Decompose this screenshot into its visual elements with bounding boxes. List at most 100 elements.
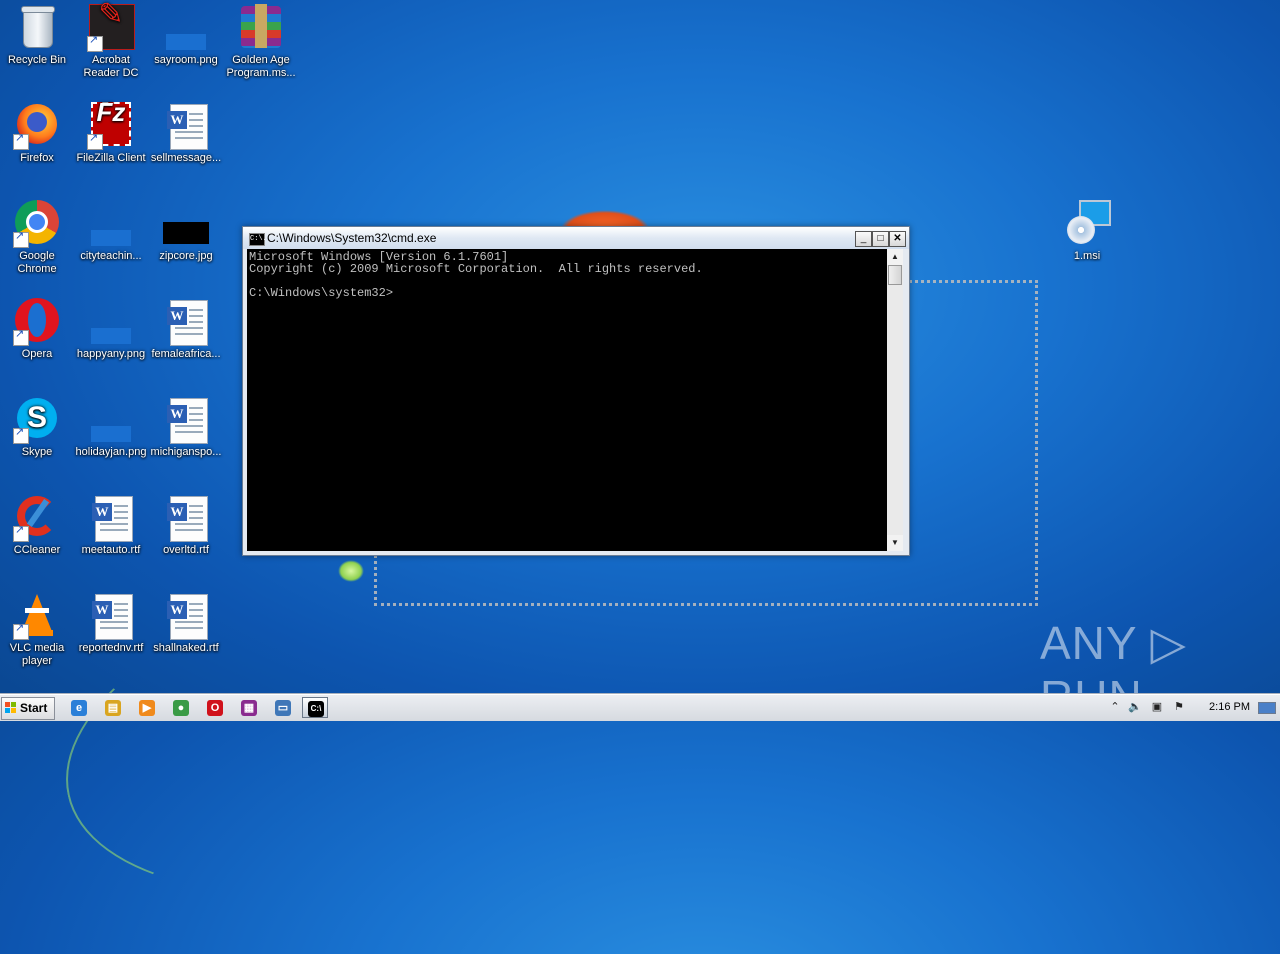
- desktop-icon[interactable]: holidayjan.png: [74, 396, 148, 459]
- desktop-icon[interactable]: Fz FileZilla Client: [74, 99, 148, 165]
- shortcut-arrow-icon: [13, 230, 29, 248]
- desktop-icon-label: femaleafrica...: [151, 348, 221, 360]
- network-icon[interactable]: ▣: [1150, 700, 1164, 714]
- cmd-icon: C:\: [308, 701, 324, 717]
- taskbar-item-winrar[interactable]: ▦: [236, 697, 262, 718]
- desktop-icon[interactable]: Wmichiganspo...: [149, 396, 223, 459]
- windows-explorer-icon: ▤: [105, 700, 121, 716]
- desktop-icon[interactable]: 1.msi: [1050, 200, 1124, 263]
- word-doc-icon: W: [162, 396, 210, 444]
- desktop-icon-label: sellmessage...: [150, 152, 222, 164]
- close-button[interactable]: ✕: [889, 231, 906, 247]
- show-desktop-button[interactable]: [1258, 702, 1276, 714]
- word-doc-icon: W: [162, 592, 210, 640]
- desktop-icon-label: Skype: [21, 446, 53, 458]
- media-player-icon: ▶: [139, 700, 155, 716]
- image-file-icon: [87, 396, 135, 444]
- desktop-icon-label: overltd.rtf: [163, 544, 209, 556]
- desktop-icon-label: Acrobat Reader DC: [83, 54, 139, 79]
- winrar-icon: [237, 4, 285, 52]
- opera-icon: [13, 298, 61, 346]
- taskbar-item-media-player[interactable]: ▶: [134, 697, 160, 718]
- internet-explorer-icon: e: [71, 700, 87, 716]
- action-center-flag-icon[interactable]: ⚑: [1172, 700, 1186, 714]
- winrar-icon: ▦: [241, 700, 257, 716]
- desktop-icon[interactable]: Wsellmessage...: [149, 102, 223, 165]
- desktop-icon[interactable]: happyany.png: [74, 298, 148, 361]
- scroll-down-button[interactable]: ▼: [887, 535, 903, 551]
- desktop-icon-label: michiganspo...: [150, 446, 222, 458]
- desktop-icon[interactable]: S Skype: [0, 396, 74, 459]
- taskbar-item-opera[interactable]: O: [202, 697, 228, 718]
- filezilla-icon: Fz: [87, 99, 135, 150]
- desktop-icon-label: Recycle Bin: [7, 54, 67, 66]
- desktop-icon[interactable]: ✎Acrobat Reader DC: [74, 0, 148, 80]
- taskbar-item-internet-explorer[interactable]: e: [66, 697, 92, 718]
- desktop-icon[interactable]: Golden Age Program.ms...: [224, 4, 298, 80]
- taskbar: Start e ▤ ▶ ● O ▦ ▭ C:\ ⌃ 🔈 ▣ ⚑ 2:16 PM: [0, 694, 1280, 721]
- word-doc-icon: W: [162, 494, 210, 542]
- desktop-icon[interactable]: Firefox: [0, 102, 74, 165]
- word-doc-icon: W: [87, 592, 135, 640]
- show-hidden-icons-button[interactable]: ⌃: [1108, 700, 1122, 714]
- desktop-icon[interactable]: Recycle Bin: [0, 4, 74, 67]
- desktop-icon[interactable]: zipcore.jpg: [149, 200, 223, 263]
- desktop-icon[interactable]: Opera: [0, 298, 74, 361]
- shortcut-arrow-icon: [13, 622, 29, 640]
- desktop-icon[interactable]: sayroom.png: [149, 4, 223, 67]
- taskbar-item-remote-desktop[interactable]: ▭: [270, 697, 296, 718]
- word-doc-icon: W: [87, 494, 135, 542]
- desktop-icon[interactable]: Wshallnaked.rtf: [149, 592, 223, 655]
- scroll-thumb[interactable]: [888, 265, 902, 285]
- desktop-icon-label: shallnaked.rtf: [153, 642, 219, 654]
- opera-icon: O: [207, 700, 223, 716]
- desktop-icon-label: Opera: [21, 348, 53, 360]
- desktop-icon-label: happyany.png: [76, 348, 146, 360]
- system-tray: ⌃ 🔈 ▣ ⚑ 2:16 PM: [1104, 695, 1280, 721]
- desktop-icon[interactable]: Woverltd.rtf: [149, 494, 223, 557]
- cmd-titlebar[interactable]: C:\. C:\Windows\System32\cmd.exe _ □ ✕: [243, 227, 909, 249]
- shortcut-arrow-icon: [13, 328, 29, 346]
- desktop-icon-label: Firefox: [20, 152, 54, 164]
- desktop-icon[interactable]: Wmeetauto.rtf: [74, 494, 148, 557]
- desktop-icon-label: CCleaner: [13, 544, 61, 556]
- desktop-icon-label: holidayjan.png: [75, 446, 147, 458]
- word-doc-icon: W: [162, 298, 210, 346]
- desktop-icon-label: FileZilla Client: [76, 152, 146, 164]
- chrome-icon: ●: [173, 700, 189, 716]
- vertical-scrollbar[interactable]: ▲ ▼: [887, 249, 903, 551]
- start-button[interactable]: Start: [1, 697, 55, 720]
- maximize-button[interactable]: □: [872, 231, 889, 247]
- acrobat-icon: ✎: [87, 0, 135, 52]
- image-file-icon: [87, 200, 135, 248]
- word-doc-icon: W: [162, 102, 210, 150]
- shortcut-arrow-icon: [13, 132, 29, 150]
- desktop-icon[interactable]: CCleaner: [0, 494, 74, 557]
- taskbar-item-windows-explorer[interactable]: ▤: [100, 697, 126, 718]
- minimize-button[interactable]: _: [855, 231, 872, 247]
- chrome-icon: [13, 200, 61, 248]
- windows-logo-icon: [5, 702, 17, 714]
- cmd-window[interactable]: C:\. C:\Windows\System32\cmd.exe _ □ ✕ M…: [242, 226, 910, 556]
- desktop-icon[interactable]: cityteachin...: [74, 200, 148, 263]
- shortcut-arrow-icon: [13, 426, 29, 444]
- clock[interactable]: 2:16 PM: [1209, 701, 1250, 713]
- volume-icon[interactable]: 🔈: [1128, 700, 1142, 714]
- desktop-icon-label: zipcore.jpg: [159, 250, 213, 262]
- desktop-icon[interactable]: Wfemaleafrica...: [149, 298, 223, 361]
- wallpaper-leaf: [338, 560, 364, 582]
- taskbar-item-cmd[interactable]: C:\: [302, 697, 328, 718]
- desktop-icon[interactable]: Wreportednv.rtf: [74, 592, 148, 655]
- scroll-up-button[interactable]: ▲: [887, 249, 903, 265]
- taskbar-item-chrome[interactable]: ●: [168, 697, 194, 718]
- image-file-icon: [87, 298, 135, 346]
- desktop-icon-label: Google Chrome: [17, 250, 57, 275]
- start-label: Start: [20, 701, 48, 715]
- desktop-icon[interactable]: VLC media player: [0, 592, 74, 668]
- console-output[interactable]: Microsoft Windows [Version 6.1.7601] Cop…: [247, 249, 887, 551]
- cmd-icon: C:\.: [249, 233, 267, 246]
- shortcut-arrow-icon: [13, 524, 29, 542]
- desktop-icon-label: 1.msi: [1073, 250, 1101, 262]
- desktop-icon[interactable]: Google Chrome: [0, 200, 74, 276]
- shortcut-arrow-icon: [87, 132, 103, 150]
